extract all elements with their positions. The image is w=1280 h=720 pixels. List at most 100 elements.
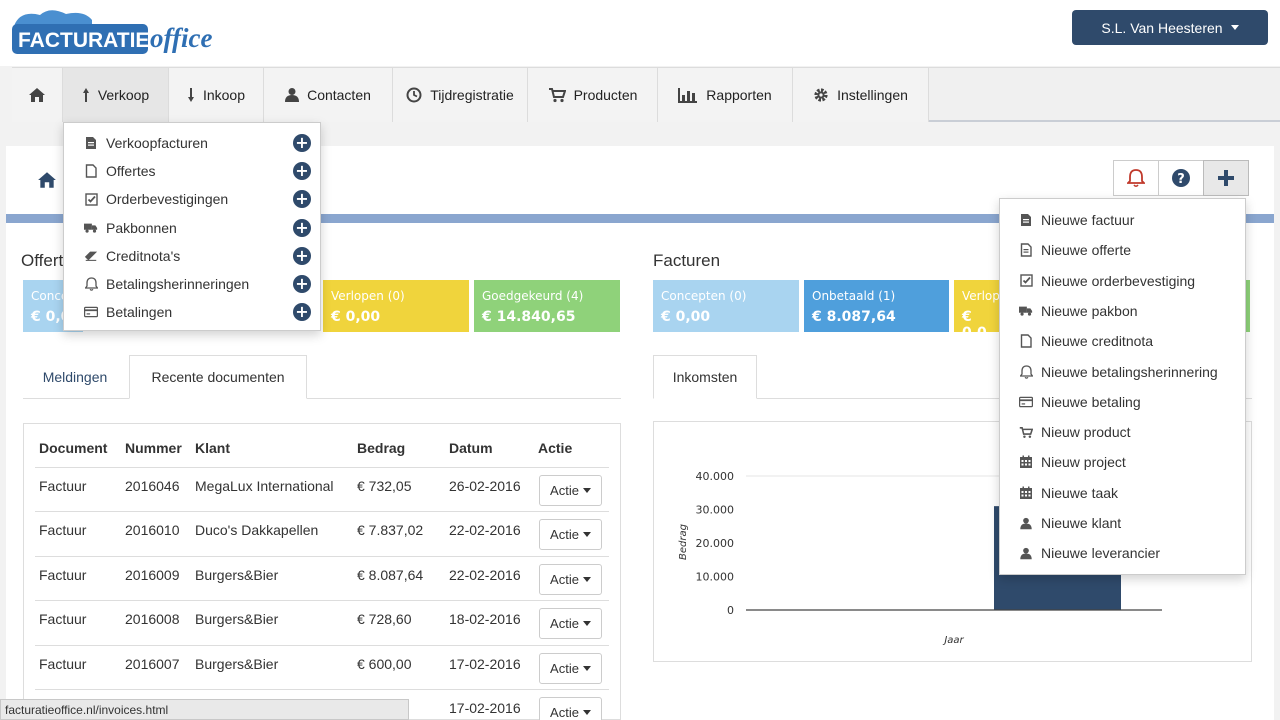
nav-verkoop-label: Verkoop [97, 87, 150, 103]
new-menu-item-label: Nieuwe betalingsherinnering [1041, 363, 1218, 380]
actie-dropdown-button[interactable]: Actie [539, 652, 602, 684]
actie-dropdown-button[interactable]: Actie [539, 697, 602, 720]
tab-meldingen[interactable]: Meldingen [23, 355, 127, 399]
table-row[interactable]: Factuur 2016007 Burgers&Bier € 600,00 17-02-… [35, 644, 609, 689]
plus-circle-icon[interactable]: + [293, 190, 311, 209]
actie-dropdown-button[interactable]: Actie [539, 475, 602, 506]
new-menu-item[interactable]: Nieuwe taak [1019, 479, 1118, 507]
nav-home[interactable] [12, 68, 63, 122]
verkoop-menu-item-label: Betalingen [106, 304, 173, 321]
clock-icon [406, 87, 422, 103]
notifications-button[interactable] [1113, 160, 1159, 196]
nav-producten-label: Producten [573, 87, 638, 103]
new-menu-item[interactable]: Nieuwe klant [1019, 509, 1121, 537]
verkoop-menu-item[interactable]: Betalingen [84, 298, 172, 326]
nav-contacten[interactable]: Contacten [264, 68, 393, 122]
actie-label: Actie [550, 705, 579, 720]
tile-label: Verlopen (0) [331, 289, 405, 303]
offertes-tile-1[interactable]: Verlopen (0) € 0,00 [323, 280, 469, 332]
cell-num: 2016007 [125, 655, 180, 672]
table-row[interactable]: Factuur 2016009 Burgers&Bier € 8.087,64 22-0… [35, 555, 609, 600]
actie-label: Actie [550, 571, 579, 587]
facturen-title: Facturen [653, 251, 721, 270]
tile-label: Verlop [962, 289, 1000, 303]
tile-label: Onbetaald (1) [812, 289, 896, 303]
offertes-tile-2[interactable]: Goedgekeurd (4) € 14.840,65 [474, 280, 620, 332]
user-menu-button[interactable]: S.L. Van Heesteren [1072, 10, 1268, 45]
tab-inkomsten[interactable]: Inkomsten [653, 355, 757, 399]
new-menu-item[interactable]: Nieuwe betaling [1019, 388, 1141, 416]
new-menu-item[interactable]: Nieuwe creditnota [1019, 327, 1153, 355]
new-menu-item[interactable]: Nieuwe orderbevestiging [1019, 267, 1195, 295]
y-tick-label: 30.000 [696, 504, 735, 517]
chevron-down-icon [582, 665, 591, 671]
bell-icon [1127, 169, 1145, 188]
facturen-tile-1[interactable]: Onbetaald (1) € 8.087,64 [804, 280, 949, 332]
main-nav: Verkoop Inkoop Contacten Tijdregistratie… [12, 67, 1280, 122]
cell-num: 2016046 [125, 478, 180, 494]
cell-num: 2016009 [125, 566, 180, 583]
cell-bedrag: € 7.837,02 [357, 522, 424, 539]
truck-icon [84, 222, 98, 234]
table-row[interactable]: Factuur 2016008 Burgers&Bier € 728,60 18-02-… [35, 600, 609, 644]
cart-icon [548, 88, 566, 103]
new-menu-item[interactable]: Nieuwe pakbon [1019, 297, 1138, 325]
svg-text:?: ? [1177, 172, 1185, 187]
file-icon [84, 136, 98, 150]
actie-dropdown-button[interactable]: Actie [539, 608, 602, 640]
plus-circle-icon[interactable]: + [293, 275, 311, 293]
cell-bedrag: € 8.087,64 [357, 566, 424, 583]
nav-inkoop[interactable]: Inkoop [169, 68, 264, 122]
nav-rapporten[interactable]: Rapporten [658, 68, 793, 122]
file-outline-icon [1019, 334, 1033, 348]
cell-klant: Burgers&Bier [195, 655, 279, 672]
plus-circle-icon[interactable]: + [293, 218, 311, 237]
actie-label: Actie [550, 660, 579, 676]
verkoop-menu-item[interactable]: Creditnota's [84, 242, 180, 270]
credit-card-icon [84, 306, 98, 318]
new-menu-item[interactable]: Nieuwe factuur [1019, 206, 1134, 234]
new-menu-item[interactable]: Nieuwe betalingsherinnering [1019, 358, 1218, 386]
nav-instellingen[interactable]: Instellingen [793, 68, 929, 122]
cell-datum: 26-02-2016 [449, 478, 521, 494]
verkoop-menu-item-label: Pakbonnen [106, 219, 177, 236]
actie-dropdown-button[interactable]: Actie [539, 519, 602, 551]
verkoop-menu-item[interactable]: Orderbevestigingen [84, 185, 228, 213]
new-menu-item[interactable]: Nieuw product [1019, 418, 1131, 446]
new-items-dropdown: Nieuwe factuur Nieuwe offerte Nieuwe order… [999, 198, 1246, 575]
plus-circle-icon[interactable]: + [293, 246, 311, 265]
check-square-icon [1019, 274, 1033, 287]
verkoop-menu-item[interactable]: Verkoopfacturen [84, 129, 208, 157]
new-menu-item[interactable]: Nieuw project [1019, 448, 1126, 476]
actie-dropdown-button[interactable]: Actie [539, 563, 602, 595]
user-icon [1019, 547, 1033, 560]
verkoop-menu-item[interactable]: Pakbonnen [84, 214, 177, 242]
cell-doc: Factuur [39, 522, 87, 539]
col-header-actie: Actie [538, 440, 573, 456]
help-button[interactable]: ? [1158, 160, 1204, 196]
new-menu-item[interactable]: Nieuwe leverancier [1019, 539, 1160, 567]
logo[interactable]: FACTURATIE office [6, 6, 246, 58]
verkoop-menu-item[interactable]: Betalingsherinneringen [84, 270, 249, 298]
cell-bedrag: € 728,60 [357, 611, 412, 628]
nav-tijdregistratie[interactable]: Tijdregistratie [393, 68, 528, 122]
plus-circle-icon[interactable]: + [293, 134, 311, 152]
verkoop-menu-item[interactable]: Offertes [84, 157, 156, 185]
tile-value: € 14.840,65 [482, 309, 576, 325]
table-row[interactable]: Factuur 2016010 Duco's Dakkapellen € 7.837,… [35, 511, 609, 555]
toolbar-icons: ? [1113, 160, 1249, 196]
tile-value: € 0,00 [661, 309, 711, 325]
facturen-tile-2[interactable]: Verlop € 0,0 [954, 280, 1000, 341]
tab-recente-documenten[interactable]: Recente documenten [129, 355, 307, 399]
add-new-button[interactable] [1203, 160, 1249, 196]
verkoop-dropdown: Verkoopfacturen + Offertes + Orderbevestigin… [63, 122, 321, 331]
facturen-tile-0[interactable]: Concepten (0) € 0,00 [653, 280, 799, 332]
breadcrumb-home[interactable] [37, 171, 57, 192]
new-menu-item[interactable]: Nieuwe offerte [1019, 236, 1131, 264]
plus-circle-icon[interactable]: + [293, 303, 311, 322]
nav-producten[interactable]: Producten [528, 68, 658, 122]
table-row[interactable]: Factuur 2016046 MegaLux International € 732… [35, 467, 609, 511]
new-menu-item-label: Nieuwe leverancier [1041, 545, 1161, 562]
plus-circle-icon[interactable]: + [293, 162, 311, 181]
nav-verkoop[interactable]: Verkoop [63, 68, 169, 122]
